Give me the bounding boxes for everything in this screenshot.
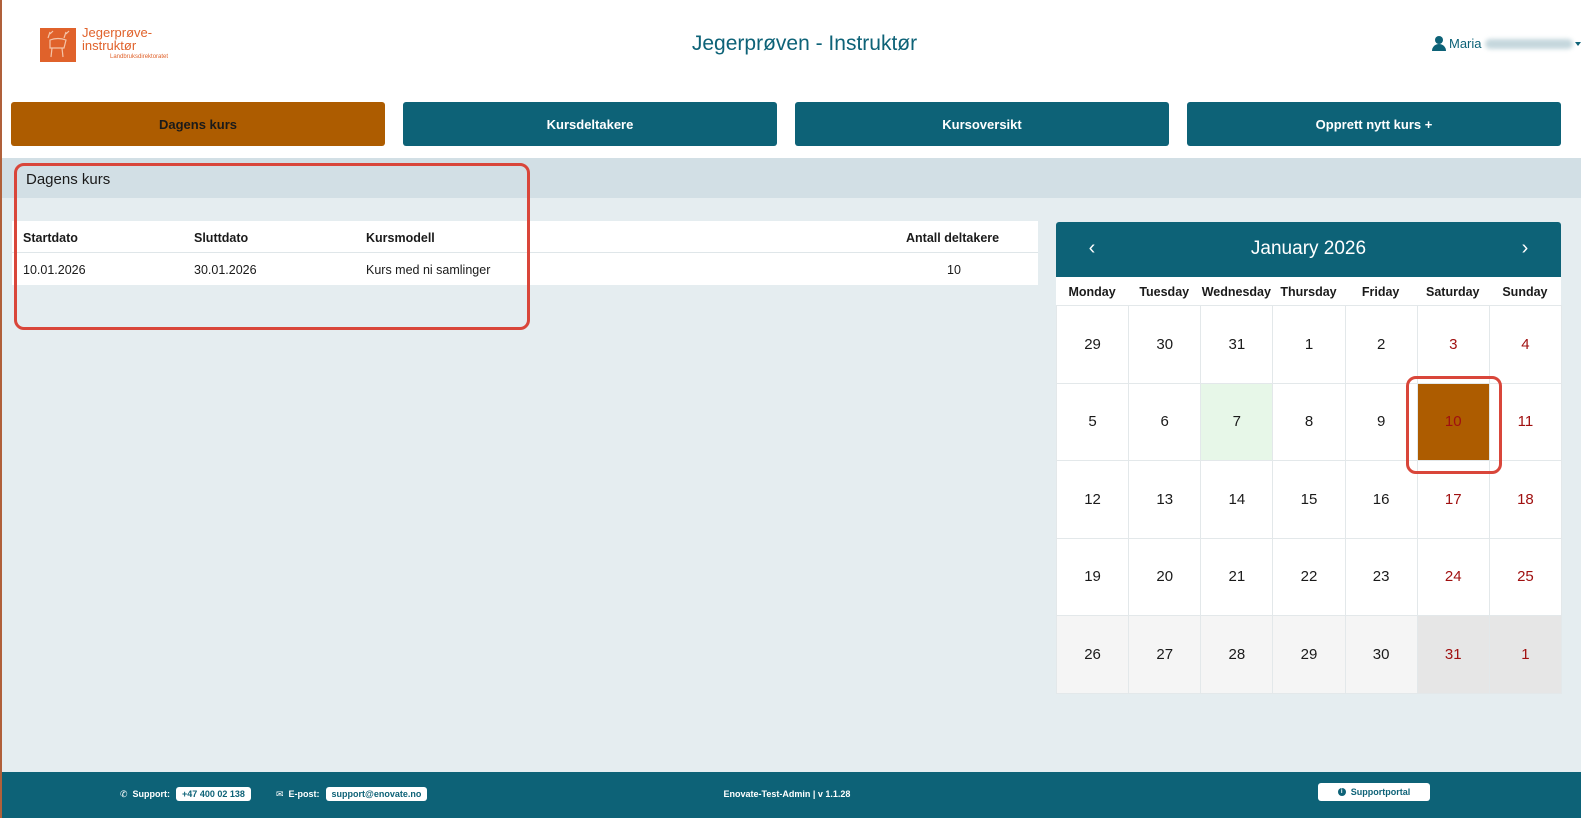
highlight-box-selected-day <box>1406 376 1502 474</box>
calendar-day[interactable]: 30 <box>1344 615 1418 694</box>
chevron-down-icon <box>1574 41 1581 46</box>
calendar-grid: 29 30 31 1 2 3 4 5 6 7 8 9 10 11 12 13 1… <box>1056 305 1562 694</box>
calendar-day[interactable]: 21 <box>1200 537 1274 616</box>
weekday-thursday: Thursday <box>1280 285 1337 299</box>
calendar-day[interactable]: 23 <box>1344 537 1418 616</box>
nav-opprett-kurs-button[interactable]: Opprett nytt kurs + <box>1187 102 1561 146</box>
calendar-day[interactable]: 31 <box>1200 305 1274 384</box>
calendar-day[interactable]: 8 <box>1272 382 1346 461</box>
weekday-wednesday: Wednesday <box>1201 285 1271 299</box>
calendar-day[interactable]: 29 <box>1056 305 1130 384</box>
cell-antall: 10 <box>947 263 961 277</box>
calendar-header: ‹ January 2026 › <box>1056 222 1561 277</box>
calendar-day[interactable]: 6 <box>1128 382 1202 461</box>
calendar-day[interactable]: 18 <box>1488 460 1562 539</box>
chevron-right-icon[interactable]: › <box>1515 237 1535 260</box>
calendar-month-label: January 2026 <box>1250 238 1367 259</box>
highlight-box-table <box>14 163 530 330</box>
user-surname-redacted <box>1484 38 1573 49</box>
calendar-day[interactable]: 29 <box>1272 615 1346 694</box>
weekday-friday: Friday <box>1361 285 1400 299</box>
weekday-sunday: Sunday <box>1502 285 1548 299</box>
calendar-day[interactable]: 12 <box>1056 460 1130 539</box>
column-header-antall[interactable]: Antall deltakere <box>906 231 999 245</box>
calendar-day[interactable]: 4 <box>1488 305 1562 384</box>
calendar-day[interactable]: 15 <box>1272 460 1346 539</box>
user-icon <box>1432 36 1446 51</box>
calendar-day-next-month[interactable]: 1 <box>1488 615 1562 694</box>
supportportal-label: Supportportal <box>1350 787 1411 797</box>
calendar-day[interactable]: 24 <box>1416 537 1490 616</box>
calendar-day[interactable]: 1 <box>1272 305 1346 384</box>
calendar-day[interactable]: 19 <box>1056 537 1130 616</box>
app-title: Jegerprøven - Instruktør <box>691 32 918 55</box>
calendar-day[interactable]: 25 <box>1488 537 1562 616</box>
weekday-saturday: Saturday <box>1426 285 1480 299</box>
calendar-day-today[interactable]: 7 <box>1200 382 1274 461</box>
weekday-tuesday: Tuesday <box>1139 285 1190 299</box>
nav-dagens-kurs-button[interactable]: Dagens kurs <box>11 102 385 146</box>
calendar-day[interactable]: 14 <box>1200 460 1274 539</box>
supportportal-button[interactable]: i Supportportal <box>1318 783 1430 801</box>
calendar-day[interactable]: 22 <box>1272 537 1346 616</box>
calendar-day[interactable]: 20 <box>1128 537 1202 616</box>
calendar-day[interactable]: 26 <box>1056 615 1130 694</box>
calendar-day[interactable]: 28 <box>1200 615 1274 694</box>
header: Jegerprøve- instruktør Landbruksdirektor… <box>2 0 1581 92</box>
user-menu[interactable]: Maria <box>1432 36 1581 51</box>
nav-kursdeltakere-button[interactable]: Kursdeltakere <box>403 102 777 146</box>
nav-kursoversikt-button[interactable]: Kursoversikt <box>795 102 1169 146</box>
calendar-day[interactable]: 2 <box>1344 305 1418 384</box>
calendar-day[interactable]: 16 <box>1344 460 1418 539</box>
info-icon: i <box>1337 788 1346 796</box>
calendar-day[interactable]: 13 <box>1128 460 1202 539</box>
calendar-day[interactable]: 27 <box>1128 615 1202 694</box>
footer: ✆ Support: +47 400 02 138 ✉ E-post: supp… <box>2 772 1581 818</box>
calendar-day[interactable]: 5 <box>1056 382 1130 461</box>
user-name: Maria <box>1449 36 1482 51</box>
calendar-day[interactable]: 31 <box>1416 615 1490 694</box>
calendar-day[interactable]: 3 <box>1416 305 1490 384</box>
calendar-weekdays: Monday Tuesday Wednesday Thursday Friday… <box>1056 277 1561 305</box>
calendar-day[interactable]: 30 <box>1128 305 1202 384</box>
weekday-monday: Monday <box>1068 285 1116 299</box>
